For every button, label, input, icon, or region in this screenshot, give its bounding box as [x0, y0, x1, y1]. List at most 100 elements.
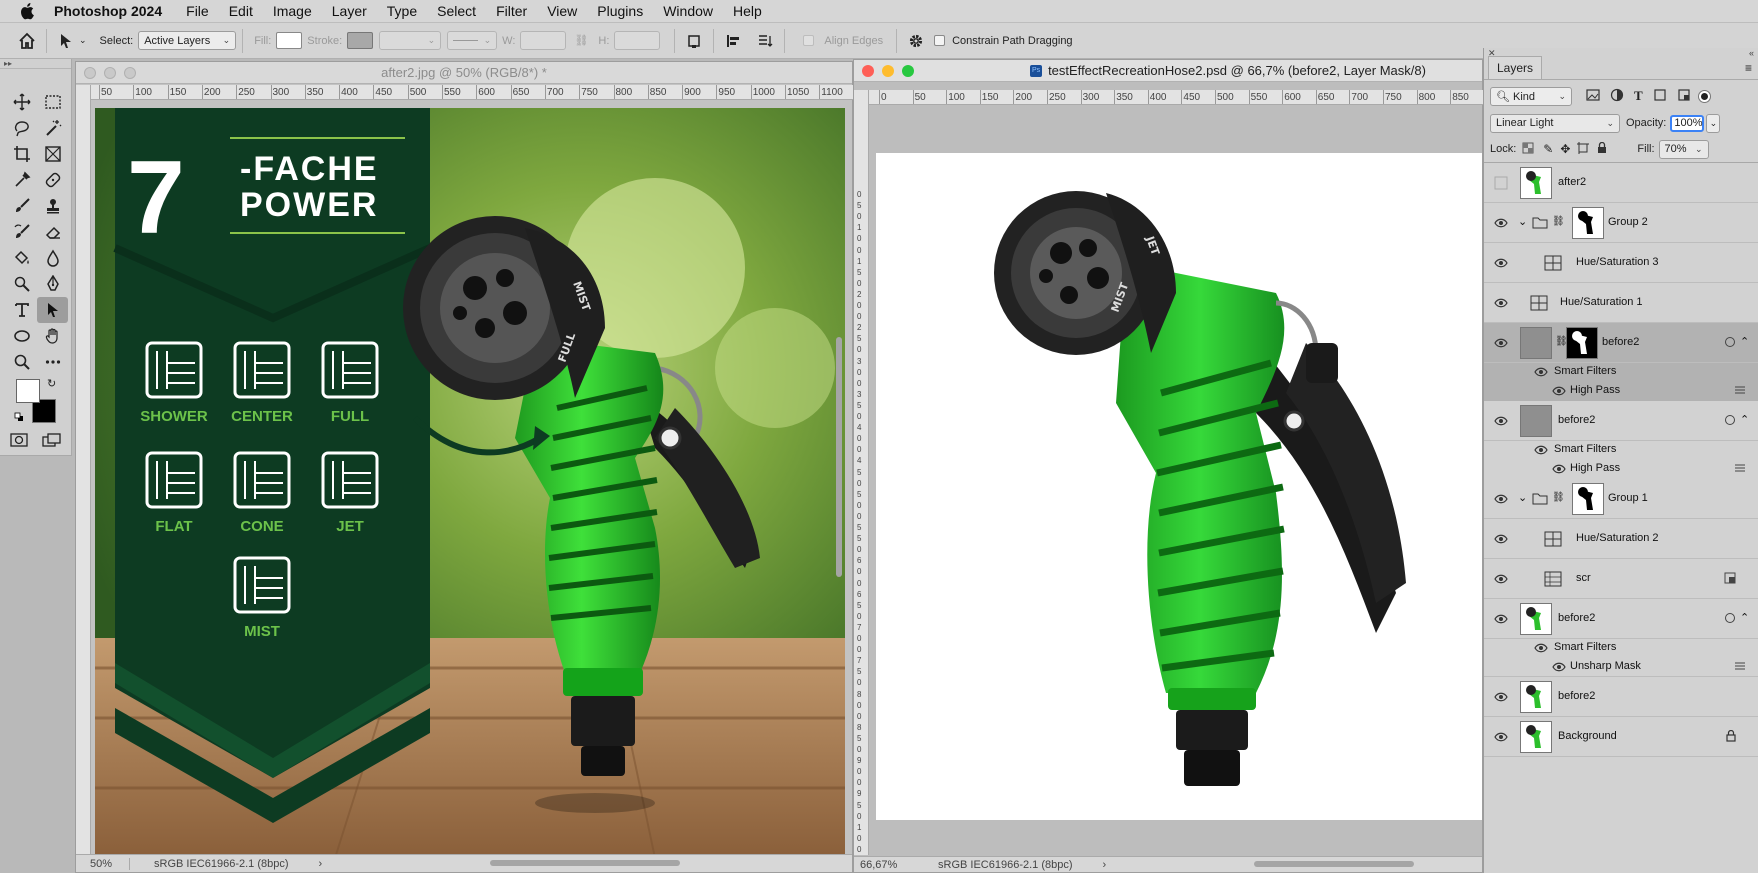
- menu-file[interactable]: File: [176, 3, 219, 19]
- eye-icon[interactable]: [1494, 492, 1508, 506]
- filter-options-icon[interactable]: [1734, 463, 1746, 476]
- horizontal-ruler[interactable]: 50 100 150 200 250 300 350 400 450 500 550 600 650 70…: [91, 85, 853, 100]
- smart-filter-indicator-icon[interactable]: [1724, 414, 1736, 429]
- vertical-scrollbar[interactable]: [836, 337, 842, 577]
- expand-chevron-icon[interactable]: ⌄: [1518, 491, 1527, 504]
- menu-select[interactable]: Select: [427, 3, 486, 19]
- close-button[interactable]: [862, 65, 874, 77]
- stroke-type-dropdown[interactable]: ⌄: [447, 31, 498, 50]
- magic-wand-tool-icon[interactable]: [37, 115, 68, 141]
- filter-options-icon[interactable]: [1734, 661, 1746, 674]
- foreground-color-swatch-front[interactable]: [16, 379, 40, 403]
- layer-row[interactable]: Hue/Saturation 3: [1484, 243, 1758, 283]
- layer-row[interactable]: after2: [1484, 163, 1758, 203]
- path-arrangement-icon[interactable]: [752, 28, 778, 54]
- home-icon[interactable]: [14, 28, 40, 54]
- layer-group-row[interactable]: ⌄ ⛓ Group 2: [1484, 203, 1758, 243]
- lock-image-pixels-icon[interactable]: ✎: [1543, 142, 1553, 156]
- layer-name[interactable]: Hue/Saturation 3: [1576, 256, 1659, 268]
- app-menu[interactable]: Photoshop 2024: [48, 3, 176, 19]
- select-dropdown[interactable]: Active Layers ⌄: [138, 31, 237, 50]
- move-tool-icon[interactable]: [6, 89, 37, 115]
- vertical-ruler[interactable]: [76, 85, 91, 855]
- eye-icon[interactable]: [1494, 296, 1508, 310]
- close-button[interactable]: [84, 67, 96, 79]
- layer-row[interactable]: ⛓ before2 ⌃: [1484, 323, 1758, 363]
- gear-icon[interactable]: [903, 28, 929, 54]
- canvas-after2[interactable]: MIST FULL 7 -FACHE POWER SHOWER CENTER FUL…: [95, 108, 845, 858]
- smart-filters-row[interactable]: Smart Filters: [1484, 639, 1758, 657]
- more-tools-icon[interactable]: [37, 349, 68, 375]
- canvas-testEffect[interactable]: MIST JET: [876, 153, 1482, 820]
- eye-icon[interactable]: [1552, 660, 1566, 674]
- menu-help[interactable]: Help: [723, 3, 772, 19]
- filter-options-icon[interactable]: [1734, 385, 1746, 398]
- eye-icon[interactable]: [1552, 384, 1566, 398]
- filter-smart-object-icon[interactable]: [1677, 88, 1691, 105]
- horizontal-scrollbar[interactable]: [490, 860, 680, 866]
- filter-toggle-switch[interactable]: [1698, 90, 1710, 102]
- filter-adjustment-icon[interactable]: [1610, 88, 1624, 105]
- dodge-tool-icon[interactable]: [6, 271, 37, 297]
- eye-icon[interactable]: [1494, 176, 1508, 190]
- apple-icon[interactable]: [18, 1, 38, 21]
- blur-tool-icon[interactable]: [37, 245, 68, 271]
- document-tab-after2[interactable]: after2.jpg @ 50% (RGB/8*) *: [76, 62, 852, 84]
- layer-thumbnail[interactable]: [1520, 603, 1552, 635]
- layer-name[interactable]: before2: [1558, 690, 1595, 702]
- eyedropper-tool-icon[interactable]: [6, 167, 37, 193]
- lock-artboard-icon[interactable]: [1577, 141, 1590, 157]
- menu-image[interactable]: Image: [263, 3, 322, 19]
- crop-tool-icon[interactable]: [6, 141, 37, 167]
- layer-name[interactable]: High Pass: [1570, 384, 1620, 396]
- smart-filter-indicator-icon[interactable]: [1724, 612, 1736, 627]
- height-field[interactable]: [614, 31, 661, 50]
- eraser-tool-icon[interactable]: [37, 219, 68, 245]
- lasso-tool-icon[interactable]: [6, 115, 37, 141]
- layer-name[interactable]: Background: [1558, 730, 1617, 742]
- layer-row[interactable]: before2: [1484, 677, 1758, 717]
- layer-row[interactable]: before2 ⌃: [1484, 599, 1758, 639]
- paint-bucket-tool-icon[interactable]: [6, 245, 37, 271]
- collapse-panel-icon[interactable]: «: [1749, 48, 1754, 58]
- menu-view[interactable]: View: [537, 3, 587, 19]
- filter-shape-icon[interactable]: [1653, 88, 1667, 105]
- layer-row[interactable]: before2 ⌃: [1484, 401, 1758, 441]
- layer-name[interactable]: Hue/Saturation 2: [1576, 532, 1659, 544]
- hand-tool-icon[interactable]: [37, 323, 68, 349]
- history-brush-tool-icon[interactable]: [6, 219, 37, 245]
- filter-effect-row[interactable]: Unsharp Mask: [1484, 657, 1758, 677]
- filter-kind-dropdown[interactable]: 🔍︎ Kind ⌄: [1490, 86, 1572, 106]
- layer-row[interactable]: Hue/Saturation 2: [1484, 519, 1758, 559]
- filter-type-icon[interactable]: T: [1634, 88, 1643, 104]
- ellipse-tool-icon[interactable]: [6, 323, 37, 349]
- tab-layers[interactable]: Layers: [1488, 56, 1543, 79]
- status-arrow-icon[interactable]: ›: [319, 858, 323, 870]
- zoom-button[interactable]: [902, 65, 914, 77]
- expand-chevron-icon[interactable]: ⌄: [1518, 215, 1527, 228]
- screen-mode-icon[interactable]: [42, 433, 62, 450]
- stroke-swatch[interactable]: [347, 32, 374, 49]
- lock-transparency-icon[interactable]: [1522, 142, 1534, 157]
- menu-type[interactable]: Type: [377, 3, 427, 19]
- align-edges-checkbox[interactable]: [803, 35, 815, 46]
- swap-colors-icon[interactable]: ↻: [47, 377, 56, 390]
- minimize-button[interactable]: [104, 67, 116, 79]
- frame-tool-icon[interactable]: [37, 141, 68, 167]
- type-tool-icon[interactable]: [6, 297, 37, 323]
- eye-icon[interactable]: [1534, 443, 1548, 457]
- filter-effect-row[interactable]: High Pass: [1484, 459, 1758, 479]
- fill-swatch[interactable]: [276, 32, 303, 49]
- eye-icon[interactable]: [1494, 730, 1508, 744]
- eye-icon[interactable]: [1494, 690, 1508, 704]
- path-alignment-icon[interactable]: [720, 28, 746, 54]
- eye-icon[interactable]: [1494, 216, 1508, 230]
- eye-icon[interactable]: [1494, 256, 1508, 270]
- pen-tool-icon[interactable]: [37, 271, 68, 297]
- marquee-tool-icon[interactable]: [37, 89, 68, 115]
- layer-thumbnail[interactable]: [1520, 721, 1552, 753]
- path-selection-tool-icon[interactable]: [53, 28, 79, 54]
- zoom-level[interactable]: 50%: [82, 857, 130, 870]
- default-colors-icon[interactable]: [14, 412, 24, 422]
- layer-name[interactable]: before2: [1602, 336, 1639, 348]
